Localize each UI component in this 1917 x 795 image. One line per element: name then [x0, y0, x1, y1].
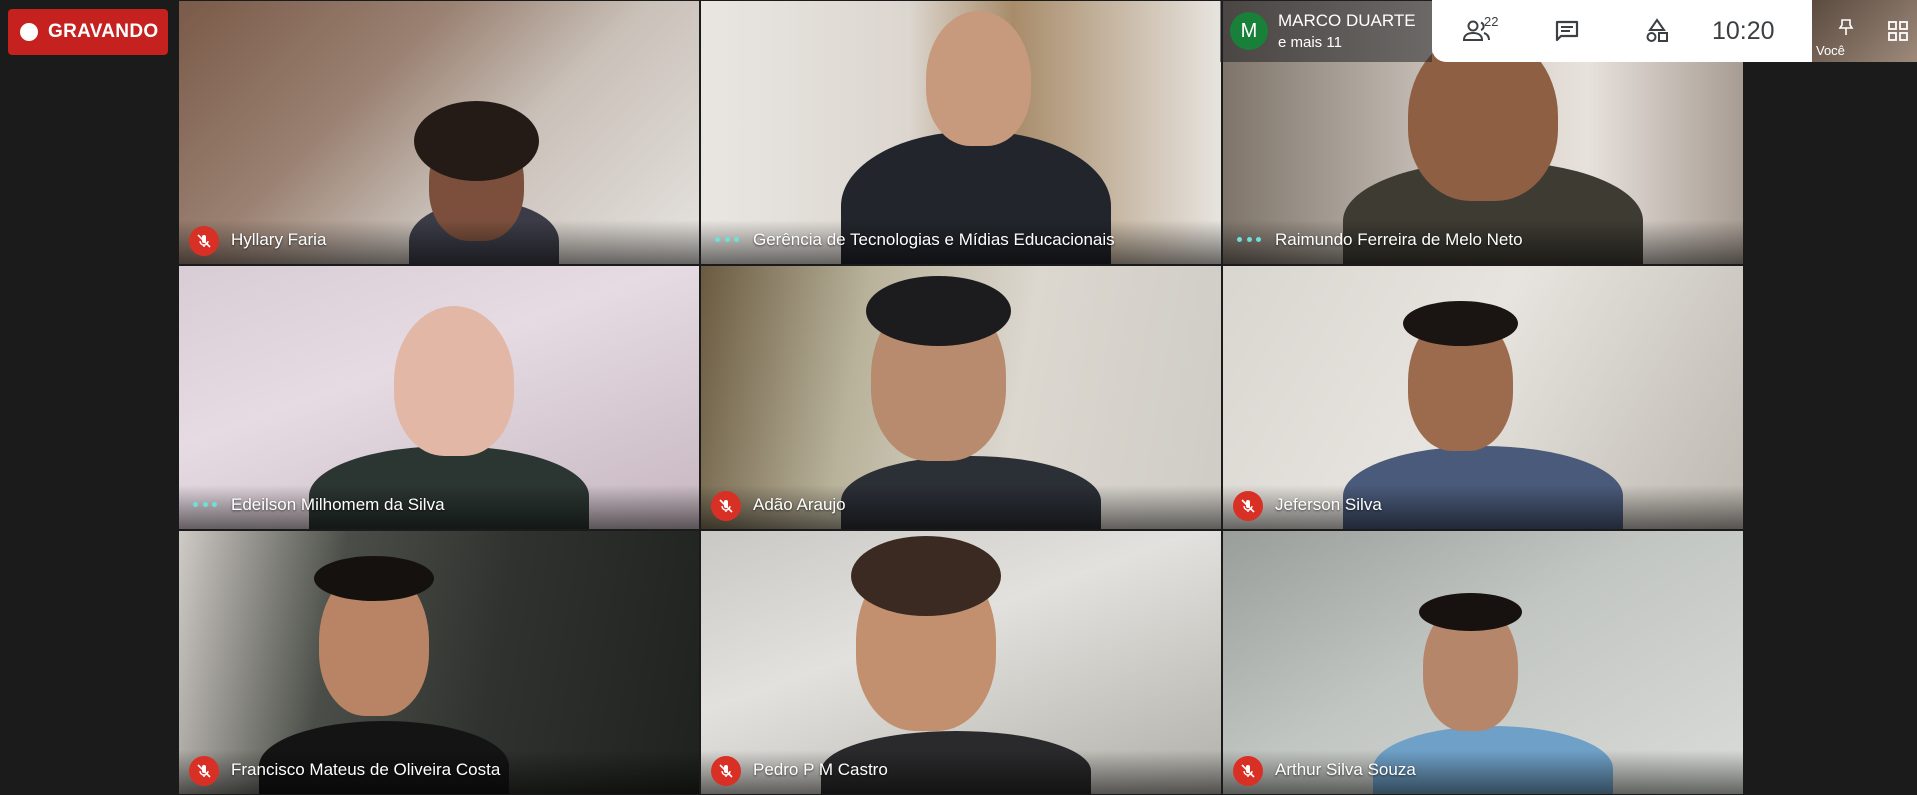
participant-tile[interactable]: Adão Araujo: [700, 265, 1222, 530]
participants-count: 22: [1484, 14, 1499, 29]
presenter-name: MARCO DUARTE: [1278, 11, 1416, 30]
pin-icon: [1838, 19, 1854, 35]
avatar: M: [1230, 12, 1268, 50]
speaking-indicator-icon: [715, 237, 739, 243]
speaking-indicator-icon: [1237, 237, 1261, 243]
meeting-clock: 10:20: [1712, 16, 1775, 45]
meeting-toolbar: 22 10:20: [1432, 0, 1812, 62]
participant-name: Gerência de Tecnologias e Mídias Educaci…: [753, 230, 1115, 249]
mic-off-icon: [711, 491, 741, 521]
speaking-indicator-icon: [193, 502, 217, 508]
participant-grid: Hyllary Faria Gerência de Tecnologias e …: [178, 0, 1744, 795]
self-view-label: Você: [1816, 43, 1845, 58]
participant-name: Francisco Mateus de Oliveira Costa: [231, 760, 501, 779]
participant-name: Jeferson Silva: [1275, 495, 1382, 514]
participant-name: Adão Araujo: [753, 495, 846, 514]
mic-off-icon: [1233, 756, 1263, 786]
activities-button[interactable]: [1612, 0, 1702, 62]
presenter-info[interactable]: M MARCO DUARTE e mais 11: [1220, 0, 1432, 62]
participant-name: Edeilson Milhomem da Silva: [231, 495, 445, 514]
mic-off-icon: [1233, 491, 1263, 521]
mic-off-icon: [189, 756, 219, 786]
participant-tile[interactable]: Jeferson Silva: [1222, 265, 1744, 530]
record-dot-icon: [20, 23, 38, 41]
participant-tile[interactable]: Gerência de Tecnologias e Mídias Educaci…: [700, 0, 1222, 265]
recording-label: GRAVANDO: [48, 21, 159, 42]
shapes-icon: [1646, 18, 1668, 42]
participant-name: Raimundo Ferreira de Melo Neto: [1275, 230, 1523, 249]
presenter-others: e mais 11: [1278, 34, 1342, 51]
grid-layout-icon[interactable]: [1887, 20, 1909, 42]
participant-name: Pedro P M Castro: [753, 760, 888, 779]
participant-tile[interactable]: Pedro P M Castro: [700, 530, 1222, 795]
meeting-stage: GRAVANDO Hyllary Faria Gerência de Tecno…: [0, 0, 1917, 795]
self-view-tile[interactable]: Você: [1812, 0, 1917, 62]
participant-tile[interactable]: Francisco Mateus de Oliveira Costa: [178, 530, 700, 795]
recording-badge[interactable]: GRAVANDO: [8, 9, 168, 55]
participant-name: Hyllary Faria: [231, 230, 327, 249]
mic-off-icon: [711, 756, 741, 786]
chat-icon: [1555, 20, 1579, 42]
chat-button[interactable]: [1522, 0, 1612, 62]
participant-tile[interactable]: Arthur Silva Souza: [1222, 530, 1744, 795]
participant-tile[interactable]: Hyllary Faria: [178, 0, 700, 265]
mic-off-icon: [189, 226, 219, 256]
participant-name: Arthur Silva Souza: [1275, 760, 1416, 779]
participant-tile[interactable]: Edeilson Milhomem da Silva: [178, 265, 700, 530]
participants-button[interactable]: 22: [1432, 0, 1522, 62]
